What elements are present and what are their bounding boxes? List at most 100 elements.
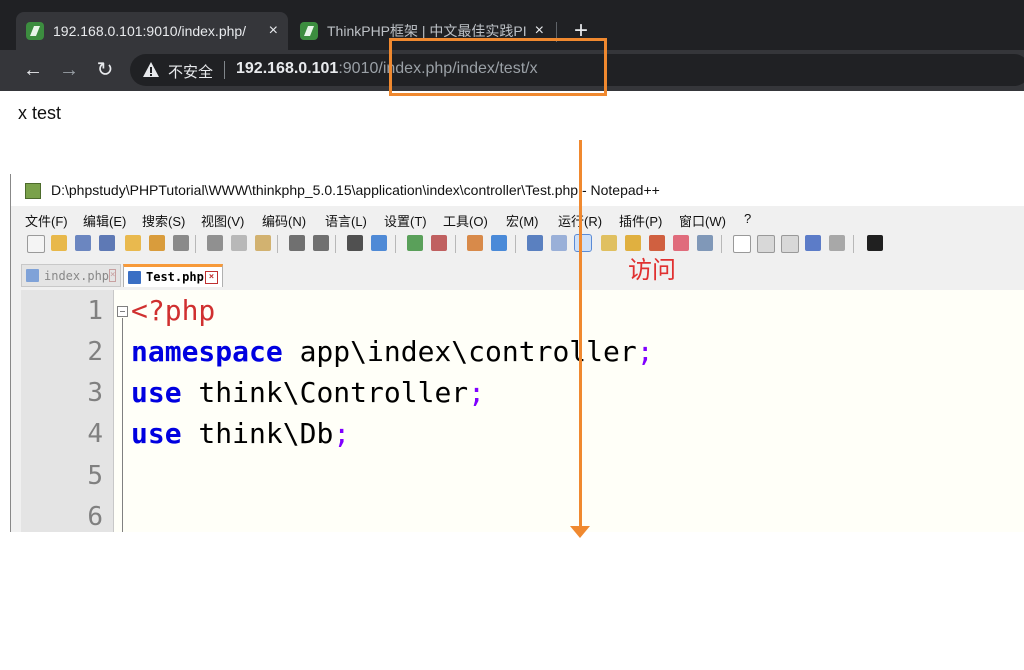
file-tab-label: Test.php (146, 270, 204, 284)
line-number: 1 (87, 296, 103, 326)
indent-guide-icon[interactable] (574, 234, 592, 252)
zoom-out-icon[interactable] (431, 235, 447, 251)
use-path: think\Controller (181, 376, 469, 409)
save-icon[interactable] (75, 235, 91, 251)
toolbar-separator (277, 235, 278, 253)
line-number: 3 (87, 378, 103, 408)
new-file-icon[interactable] (27, 235, 45, 253)
close-file-icon[interactable] (125, 235, 141, 251)
menu-search[interactable]: 搜索(S) (142, 211, 185, 230)
sync-vertical-icon[interactable] (467, 235, 483, 251)
undo-icon[interactable] (289, 235, 305, 251)
keyword-use: use (131, 376, 182, 409)
line-number: 4 (87, 419, 103, 449)
code-line-4: use think\Db; (131, 418, 350, 450)
toolbar-separator (395, 235, 396, 253)
notepad-title-bar: D:\phpstudy\PHPTutorial\WWW\thinkphp_5.0… (11, 174, 1024, 206)
record-macro-icon[interactable] (733, 235, 751, 253)
reload-button[interactable]: ↻ (90, 55, 120, 85)
copy-icon[interactable] (231, 235, 247, 251)
sync-horizontal-icon[interactable] (491, 235, 507, 251)
notepad-plus-plus-window: D:\phpstudy\PHPTutorial\WWW\thinkphp_5.0… (10, 174, 1024, 532)
code-line-3: use think\Controller; (131, 377, 485, 409)
code-line-2: namespace app\index\controller; (131, 336, 654, 368)
menu-tools[interactable]: 工具(O) (443, 211, 488, 230)
fold-toggle-icon[interactable] (117, 306, 128, 317)
saved-file-icon (128, 270, 141, 284)
annotation-arrow-line (579, 140, 582, 530)
code-line-1: <?php (131, 295, 215, 327)
file-tab-close-icon[interactable]: × (205, 270, 218, 284)
page-output-text: x test (18, 103, 62, 123)
semicolon: ; (333, 417, 351, 450)
browser-tab-localhost[interactable]: 192.168.0.101:9010/index.php/ × (16, 12, 288, 50)
menu-encoding[interactable]: 编码(N) (262, 211, 306, 230)
forward-button[interactable]: → (54, 55, 84, 85)
tab-title: 192.168.0.101:9010/index.php/ (53, 23, 247, 39)
menu-view[interactable]: 视图(V) (201, 211, 244, 230)
php-open-tag: <?php (131, 294, 216, 327)
open-file-icon[interactable] (51, 235, 67, 251)
save-macro-icon[interactable] (829, 235, 845, 251)
menu-language[interactable]: 语言(L) (325, 211, 367, 230)
line-number-gutter: 1 2 3 4 5 6 (21, 290, 114, 532)
fold-guide-line (122, 318, 123, 532)
stop-record-icon[interactable] (757, 235, 775, 253)
console-icon[interactable] (867, 235, 883, 251)
back-button[interactable]: ← (18, 55, 48, 85)
cut-icon[interactable] (207, 235, 223, 251)
keyword-use: use (131, 417, 182, 450)
word-wrap-icon[interactable] (527, 235, 543, 251)
user-language-icon[interactable] (601, 235, 617, 251)
tab-close-icon[interactable]: × (269, 22, 278, 40)
paste-icon[interactable] (255, 235, 271, 251)
toolbar-separator (455, 235, 456, 253)
run-macro-multiple-icon[interactable] (805, 235, 821, 251)
file-tab-index-php[interactable]: index.php × (21, 264, 121, 287)
doc-map-icon[interactable] (625, 235, 641, 251)
semicolon: ; (636, 335, 654, 368)
menu-edit[interactable]: 编辑(E) (83, 211, 126, 230)
folder-workspace-icon[interactable] (673, 235, 689, 251)
show-all-chars-icon[interactable] (551, 235, 567, 251)
notepad-app-icon (25, 183, 41, 199)
notepad-menu-bar: 文件(F) 编辑(E) 搜索(S) 视图(V) 编码(N) 语言(L) 设置(T… (11, 208, 1024, 230)
toolbar-separator (721, 235, 722, 253)
play-macro-icon[interactable] (781, 235, 799, 253)
semicolon: ; (468, 376, 486, 409)
close-all-icon[interactable] (149, 235, 165, 251)
line-number: 2 (87, 337, 103, 367)
annotation-arrow-head-icon (570, 526, 590, 538)
code-editor[interactable]: 1 2 3 4 5 6 <?php namespace app\index\co… (21, 290, 1024, 532)
monitoring-icon[interactable] (697, 235, 713, 251)
thinkphp-favicon-icon (26, 22, 44, 40)
notepad-toolbar (11, 232, 1024, 256)
find-icon[interactable] (347, 235, 363, 251)
print-icon[interactable] (173, 235, 189, 251)
zoom-in-icon[interactable] (407, 235, 423, 251)
visit-annotation-label: 访问 (628, 257, 676, 284)
menu-file[interactable]: 文件(F) (25, 211, 68, 230)
replace-icon[interactable] (371, 235, 387, 251)
menu-macro[interactable]: 宏(M) (506, 211, 539, 230)
url-highlight-box (389, 38, 607, 96)
toolbar-separator (335, 235, 336, 253)
warning-icon[interactable] (142, 61, 160, 78)
menu-help[interactable]: ? (744, 211, 751, 226)
menu-plugins[interactable]: 插件(P) (619, 211, 662, 230)
keyword-namespace: namespace (131, 335, 283, 368)
function-list-icon[interactable] (649, 235, 665, 251)
save-all-icon[interactable] (99, 235, 115, 251)
notepad-file-tabs: index.php × Test.php × (11, 262, 1024, 289)
not-secure-label[interactable]: 不安全 (168, 61, 213, 82)
url-host: 192.168.0.101 (236, 60, 339, 77)
menu-window[interactable]: 窗口(W) (679, 211, 726, 230)
toolbar-separator (195, 235, 196, 253)
file-tab-label: index.php (44, 268, 110, 283)
toolbar-separator (515, 235, 516, 253)
file-tab-test-php[interactable]: Test.php × (123, 264, 223, 287)
redo-icon[interactable] (313, 235, 329, 251)
notepad-window-title: D:\phpstudy\PHPTutorial\WWW\thinkphp_5.0… (51, 182, 660, 198)
file-tab-close-icon[interactable]: × (109, 269, 117, 282)
menu-settings[interactable]: 设置(T) (384, 211, 427, 230)
